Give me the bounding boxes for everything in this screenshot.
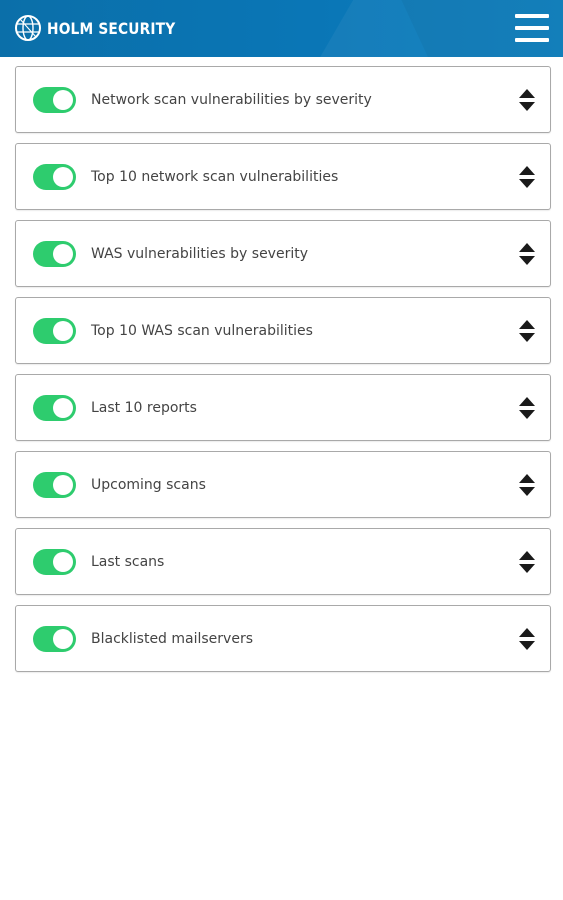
toggle-knob [53, 398, 73, 418]
widget-row[interactable]: WAS vulnerabilities by severity [15, 220, 551, 287]
widget-label: Network scan vulnerabilities by severity [91, 92, 372, 108]
widget-toggle[interactable] [33, 626, 76, 652]
widget-toggle[interactable] [33, 318, 76, 344]
widget-row[interactable]: Last 10 reports [15, 374, 551, 441]
widget-label: Top 10 WAS scan vulnerabilities [91, 323, 313, 339]
widget-row[interactable]: Blacklisted mailservers [15, 605, 551, 672]
toggle-knob [53, 629, 73, 649]
hamburger-menu-icon[interactable] [515, 13, 549, 43]
widget-toggle[interactable] [33, 87, 76, 113]
widget-label: Blacklisted mailservers [91, 631, 253, 647]
sort-handle-icon[interactable] [518, 242, 536, 266]
widget-label: Last scans [91, 554, 165, 570]
brand-logo[interactable]: HOLM SECURITY [14, 13, 196, 43]
widget-toggle[interactable] [33, 241, 76, 267]
menu-bar [515, 26, 549, 30]
menu-bar [515, 14, 549, 18]
sort-handle-icon[interactable] [518, 550, 536, 574]
sort-handle-icon[interactable] [518, 319, 536, 343]
toggle-knob [53, 244, 73, 264]
sort-handle-icon[interactable] [518, 88, 536, 112]
widget-label: Upcoming scans [91, 477, 206, 493]
toggle-knob [53, 475, 73, 495]
widget-label: WAS vulnerabilities by severity [91, 246, 308, 262]
widget-toggle[interactable] [33, 549, 76, 575]
sort-handle-icon[interactable] [518, 165, 536, 189]
sort-handle-icon[interactable] [518, 396, 536, 420]
app-header: HOLM SECURITY [0, 0, 563, 57]
widget-label: Top 10 network scan vulnerabilities [91, 169, 339, 185]
toggle-knob [53, 167, 73, 187]
widget-row[interactable]: Top 10 network scan vulnerabilities [15, 143, 551, 210]
widget-row[interactable]: Network scan vulnerabilities by severity [15, 66, 551, 133]
sort-handle-icon[interactable] [518, 627, 536, 651]
widget-toggle[interactable] [33, 472, 76, 498]
brand-name: HOLM SECURITY [47, 18, 176, 38]
widget-row[interactable]: Last scans [15, 528, 551, 595]
widget-row[interactable]: Top 10 WAS scan vulnerabilities [15, 297, 551, 364]
menu-bar [515, 38, 549, 42]
widget-label: Last 10 reports [91, 400, 197, 416]
globe-icon [15, 15, 41, 41]
toggle-knob [53, 321, 73, 341]
sort-handle-icon[interactable] [518, 473, 536, 497]
widget-settings-list: Network scan vulnerabilities by severity… [15, 66, 551, 682]
app-root: HOLM SECURITY Network scan vulnerabiliti… [0, 0, 563, 900]
widget-toggle[interactable] [33, 395, 76, 421]
toggle-knob [53, 552, 73, 572]
widget-row[interactable]: Upcoming scans [15, 451, 551, 518]
widget-toggle[interactable] [33, 164, 76, 190]
toggle-knob [53, 90, 73, 110]
